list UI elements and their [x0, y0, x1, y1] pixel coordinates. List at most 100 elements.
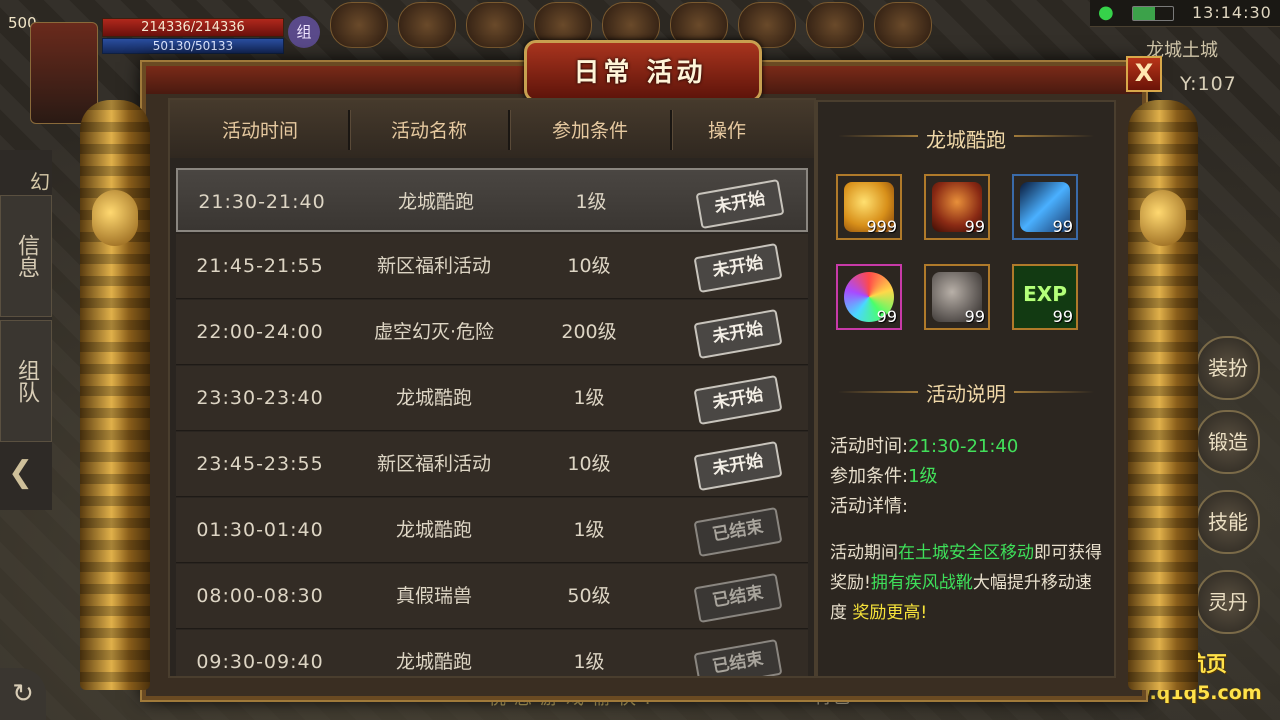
statue-head [92, 190, 138, 246]
forge-button[interactable]: 锻造 [1196, 410, 1260, 474]
col-name-header: 活动名称 [390, 120, 467, 142]
activity-row[interactable]: 23:30-23:40 龙城酷跑 1级 未开始 [176, 366, 808, 431]
row-time: 21:45-21:55 [196, 255, 324, 277]
row-condition: 1级 [573, 519, 605, 541]
battery-icon [1132, 6, 1174, 21]
activity-icon[interactable] [874, 2, 932, 48]
col-action-header: 操作 [707, 120, 746, 142]
row-time: 23:45-23:55 [196, 453, 324, 475]
row-condition: 10级 [567, 255, 611, 277]
status-stamp: 已结束 [693, 506, 783, 558]
row-time: 08:00-08:30 [196, 585, 324, 607]
row-name: 龙城酷跑 [397, 191, 474, 213]
row-condition: 50级 [567, 585, 611, 607]
reward-quantity: 99 [964, 217, 985, 236]
hp-bar: 214336/214336 [102, 18, 284, 37]
row-name: 真假瑞兽 [395, 585, 472, 607]
wifi-icon: ● [1098, 2, 1114, 23]
activity-row[interactable]: 22:00-24:00 虚空幻灭·危险 200级 未开始 [176, 300, 808, 365]
row-time: 09:30-09:40 [196, 651, 324, 673]
coordinates: Y:107 [1180, 73, 1237, 95]
row-condition: 200级 [561, 321, 617, 343]
clock: 13:14:30 [1192, 3, 1272, 22]
row-name: 新区福利活动 [376, 453, 491, 475]
tab-info[interactable]: 信息 [0, 195, 52, 317]
activity-icon[interactable] [466, 2, 524, 48]
activity-icon[interactable] [398, 2, 456, 48]
info-cond-value: 1级 [908, 466, 938, 487]
info-cond-line: 参加条件:1级 [830, 462, 938, 488]
reward-slot[interactable]: 99 [924, 264, 990, 330]
list-header: 活动时间 活动名称 参加条件 操作 [170, 100, 814, 158]
row-time: 01:30-01:40 [196, 519, 324, 541]
info-detail-label: 活动详情: [830, 496, 909, 517]
reward-quantity: 99 [876, 307, 897, 326]
row-name: 新区福利活动 [376, 255, 491, 277]
activity-description: 活动期间在土城安全区移动即可获得奖励!拥有疾风战靴大幅提升移动速度 奖励更高! [830, 538, 1106, 628]
row-name: 龙城酷跑 [395, 387, 472, 409]
status-stamp: 已结束 [693, 572, 783, 624]
close-button[interactable]: X [1126, 56, 1162, 92]
reward-slot[interactable]: 99 [1012, 174, 1078, 240]
reward-slot[interactable]: 999 [836, 174, 902, 240]
refresh-icon[interactable]: ↻ [0, 668, 46, 720]
info-cond-label: 参加条件: [830, 466, 909, 487]
row-name: 虚空幻灭·危险 [373, 321, 495, 343]
info-time-line: 活动时间:21:30-21:40 [830, 432, 1018, 458]
info-time-label: 活动时间: [830, 436, 909, 457]
event-title: 龙城酷跑 [926, 128, 1006, 152]
reward-quantity: 99 [964, 307, 985, 326]
activity-info-panel: 龙城酷跑 999 99 99 99 99 EXP 99 活动说明 活动时间:21… [816, 100, 1116, 678]
activity-row[interactable]: 21:45-21:55 新区福利活动 10级 未开始 [176, 234, 808, 299]
skill-button[interactable]: 技能 [1196, 490, 1260, 554]
mp-bar: 50130/50133 [102, 38, 284, 54]
row-time: 21:30-21:40 [198, 191, 326, 213]
activity-icon[interactable] [330, 2, 388, 48]
exp-orb-icon: EXP [1023, 282, 1067, 306]
golden-statue-left [80, 100, 150, 690]
status-stamp: 未开始 [693, 374, 783, 426]
info-time-value: 21:30-21:40 [908, 436, 1019, 457]
row-time: 22:00-24:00 [196, 321, 324, 343]
reward-quantity: 99 [1052, 307, 1073, 326]
status-stamp: 未开始 [693, 308, 783, 360]
status-stamp: 未开始 [693, 440, 783, 492]
row-condition: 1级 [575, 191, 607, 213]
divider-ornament [1014, 391, 1094, 393]
tab-team[interactable]: 组队 [0, 320, 52, 442]
outfit-button[interactable]: 装扮 [1196, 336, 1260, 400]
activity-list-panel: 活动时间 活动名称 参加条件 操作 21:30-21:40 龙城酷跑 1级 未开… [168, 98, 816, 678]
activity-row[interactable]: 09:30-09:40 龙城酷跑 1级 已结束 [176, 630, 808, 676]
divider-ornament [1014, 135, 1094, 137]
activity-row[interactable]: 08:00-08:30 真假瑞兽 50级 已结束 [176, 564, 808, 629]
side-hint-text: 幻 [30, 170, 50, 194]
activity-row[interactable]: 23:45-23:55 新区福利活动 10级 未开始 [176, 432, 808, 497]
activity-row[interactable]: 21:30-21:40 龙城酷跑 1级 未开始 [176, 168, 808, 232]
team-tag[interactable]: 组 [288, 16, 320, 48]
status-stamp: 已结束 [693, 638, 783, 676]
status-stamp: 未开始 [695, 178, 785, 230]
desc-highlight: 奖励更高! [852, 603, 928, 623]
golden-statue-right [1128, 100, 1198, 690]
col-cond-header: 参加条件 [551, 120, 628, 142]
desc-highlight: 在土城安全区移动 [898, 543, 1034, 563]
reward-slot[interactable]: 99 [924, 174, 990, 240]
reward-slot[interactable]: EXP 99 [1012, 264, 1078, 330]
reward-quantity: 999 [866, 217, 897, 236]
col-time-header: 活动时间 [221, 120, 298, 142]
row-condition: 10级 [567, 453, 611, 475]
elixir-button[interactable]: 灵丹 [1196, 570, 1260, 634]
statue-head [1140, 190, 1186, 246]
reward-slot[interactable]: 99 [836, 264, 902, 330]
row-name: 龙城酷跑 [395, 519, 472, 541]
desc-text: 活动期间 [830, 543, 898, 563]
status-stamp: 未开始 [693, 242, 783, 294]
row-condition: 1级 [573, 651, 605, 673]
collapse-arrow-icon[interactable]: ❮ [8, 455, 42, 501]
activity-icon[interactable] [806, 2, 864, 48]
dialog-title: 日常 活动 [573, 58, 707, 88]
activity-row[interactable]: 01:30-01:40 龙城酷跑 1级 已结束 [176, 498, 808, 563]
row-condition: 1级 [573, 387, 605, 409]
row-time: 23:30-23:40 [196, 387, 324, 409]
reward-quantity: 99 [1052, 217, 1073, 236]
